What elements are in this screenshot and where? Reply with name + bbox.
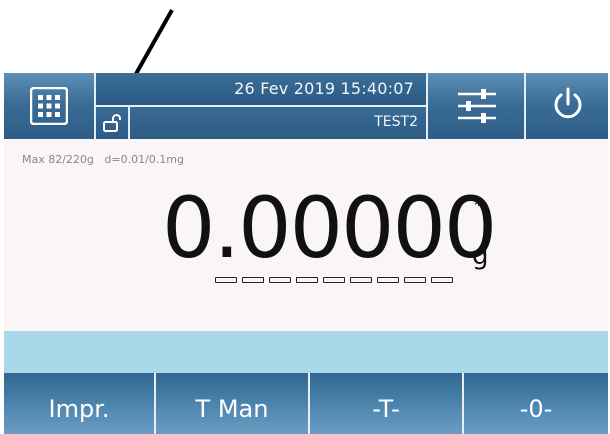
bargraph-segment <box>215 277 237 283</box>
manual-tare-button[interactable]: T Man <box>156 373 310 434</box>
power-button[interactable] <box>526 73 608 139</box>
bargraph-segment <box>404 277 426 283</box>
user-cell: TEST2 <box>130 107 426 139</box>
status-panel: 26 Fev 2019 15:40:07 TEST2 <box>96 73 428 139</box>
power-icon <box>554 87 582 119</box>
bargraph-segment <box>350 277 372 283</box>
weight-unit: g <box>472 241 489 271</box>
zero-button[interactable]: -0- <box>464 373 608 434</box>
bargraph-segment <box>296 277 318 283</box>
lock-button[interactable] <box>96 107 130 139</box>
weight-value: 0.00000 <box>162 179 497 277</box>
function-key-bar: Impr. T Man -T- -0- <box>4 373 608 434</box>
bargraph-segment <box>242 277 264 283</box>
stability-indicator: * <box>474 195 483 216</box>
bargraph-segment <box>377 277 399 283</box>
info-band <box>4 331 608 373</box>
weighing-display: Max 82/220g d=0.01/0.1mg 0.00000 * g <box>4 139 608 331</box>
sliders-icon <box>458 89 496 123</box>
menu-button[interactable] <box>4 73 96 139</box>
bargraph-segment <box>323 277 345 283</box>
print-button[interactable]: Impr. <box>4 373 156 434</box>
bargraph-segment <box>269 277 291 283</box>
capacity-readability-label: Max 82/220g d=0.01/0.1mg <box>22 153 184 166</box>
top-bar: 26 Fev 2019 15:40:07 TEST2 <box>4 73 608 139</box>
grid-menu-icon <box>30 87 68 125</box>
settings-button[interactable] <box>428 73 526 139</box>
unlocked-padlock-icon <box>103 114 121 132</box>
user-name: TEST2 <box>374 114 418 130</box>
bargraph-segment <box>431 277 453 283</box>
tare-button[interactable]: -T- <box>310 373 464 434</box>
datetime-row: 26 Fev 2019 15:40:07 <box>96 73 426 107</box>
datetime-display: 26 Fev 2019 15:40:07 <box>234 79 414 98</box>
